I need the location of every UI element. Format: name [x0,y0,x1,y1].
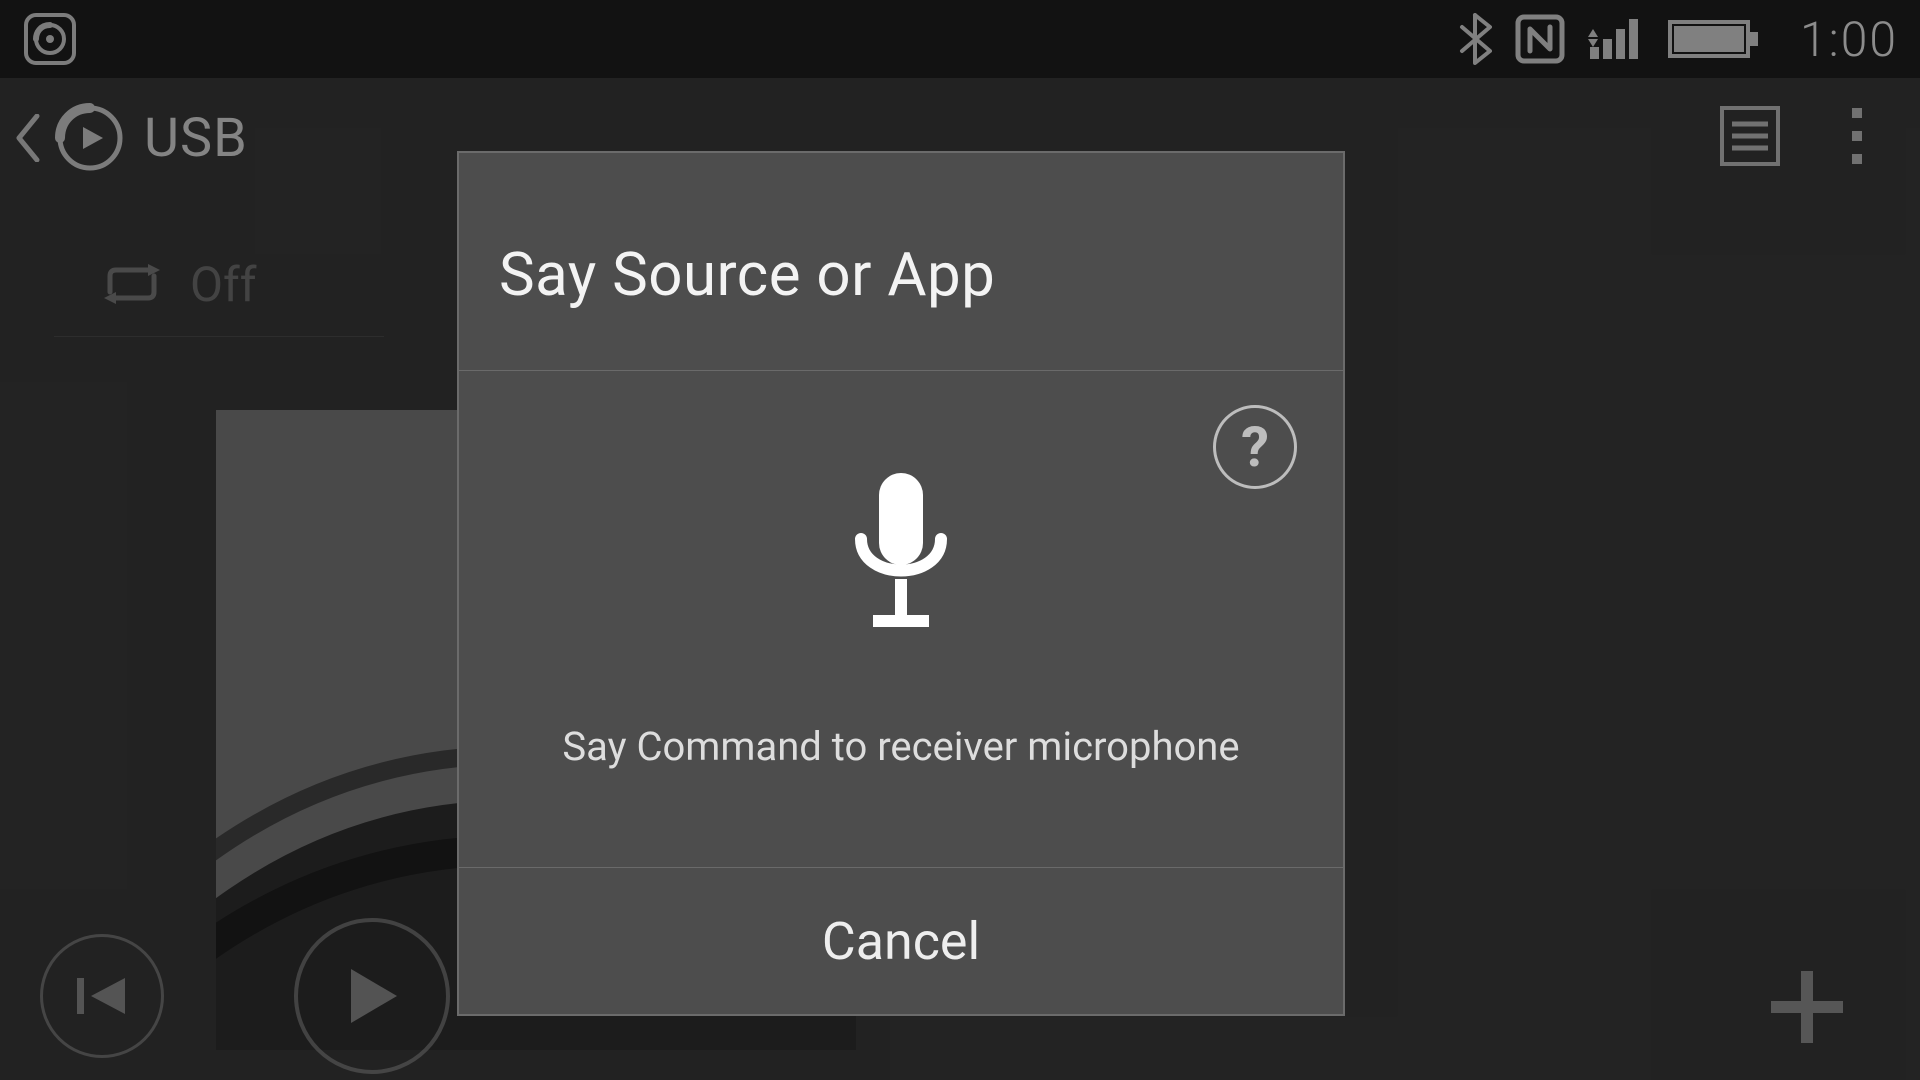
device-screen: USB [0,0,1920,1080]
skip-previous-icon [75,974,129,1018]
status-time: 1:00 [1800,11,1898,68]
app-notification-icon [22,11,78,67]
app-title: USB [144,107,248,170]
add-button[interactable] [1762,962,1852,1052]
status-bar: 1:00 [0,0,1920,78]
back-button[interactable] [8,108,48,168]
previous-button[interactable] [40,934,164,1058]
app-logo-icon [50,98,130,178]
list-icon [1716,102,1784,170]
chevron-left-icon [15,114,41,162]
repeat-toggle[interactable]: Off [54,232,384,337]
nfc-icon [1514,13,1566,65]
repeat-icon [100,262,164,306]
help-button[interactable]: ? [1213,405,1297,489]
dialog-body: ? Say Command to receiver microphone [459,371,1343,868]
more-vert-icon [1848,104,1866,168]
cellular-signal-icon [1588,17,1646,61]
repeat-label: Off [190,256,256,313]
dialog-title: Say Source or App [459,153,1343,371]
voice-command-dialog: Say Source or App ? Say Command to recei… [457,151,1345,1016]
cancel-button[interactable]: Cancel [822,911,980,972]
transport-controls [40,918,450,1074]
microphone-icon [841,469,961,639]
play-icon [343,965,401,1027]
dialog-hint: Say Command to receiver microphone [538,723,1263,770]
dialog-footer: Cancel [459,868,1343,1014]
overflow-menu-button[interactable] [1848,104,1866,172]
plus-icon [1765,965,1849,1049]
play-button[interactable] [294,918,450,1074]
queue-button[interactable] [1716,102,1784,174]
help-icon: ? [1241,414,1269,480]
battery-icon [1668,18,1760,60]
bluetooth-icon [1458,13,1492,65]
